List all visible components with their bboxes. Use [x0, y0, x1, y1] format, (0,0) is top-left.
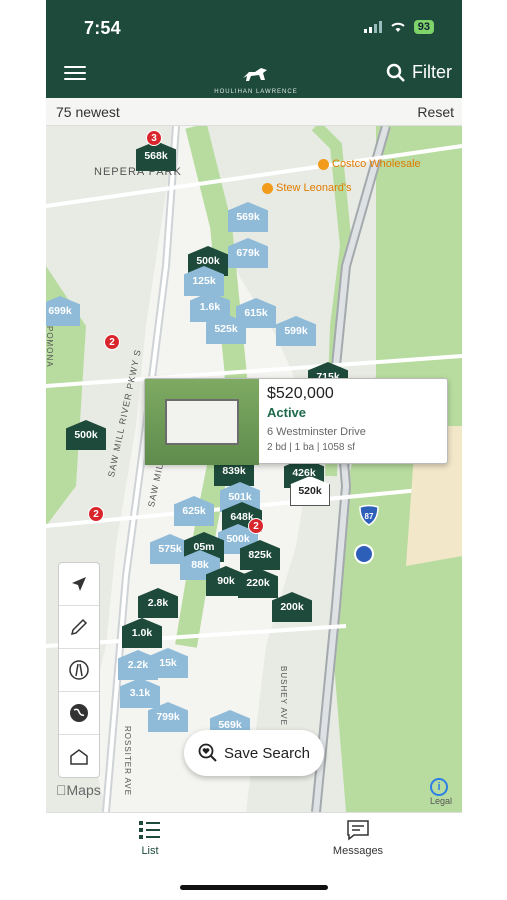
signal-icon: [363, 21, 382, 33]
reset-button[interactable]: Reset: [417, 104, 454, 120]
wifi-icon: [391, 22, 405, 32]
house-image: [165, 399, 239, 445]
poi-costco[interactable]: Costco Wholesale: [318, 158, 421, 170]
list-icon: [139, 821, 160, 839]
listing-status: Active: [267, 405, 307, 420]
app-frame: 7:54 93 HOULIHAN LAWRENCE Filter 75 newe…: [46, 0, 462, 900]
tab-messages[interactable]: Messages: [318, 819, 398, 857]
road-icon[interactable]: [59, 649, 99, 692]
map-tools: [58, 562, 100, 778]
heart-search-icon: [198, 743, 217, 762]
status-time: 7:54: [84, 18, 121, 38]
search-icon: [386, 63, 405, 82]
location-arrow-icon[interactable]: [59, 563, 99, 606]
tab-messages-label: Messages: [332, 845, 384, 857]
map-label-street: POMONA: [46, 326, 54, 368]
cluster-badge[interactable]: 3: [146, 130, 162, 146]
listing-photo: [145, 379, 259, 465]
menu-button[interactable]: [64, 66, 86, 82]
brand-logo: HOULIHAN LAWRENCE: [206, 66, 306, 95]
listing-info: $520,000 Active 6 Westminster Drive 2 bd…: [259, 379, 374, 463]
3d-house-icon[interactable]: [59, 735, 99, 778]
globe-icon[interactable]: [59, 692, 99, 735]
cluster-badge[interactable]: 2: [104, 334, 120, 350]
apple-maps-logo: Maps: [56, 782, 101, 798]
brand-text: HOULIHAN LAWRENCE: [214, 89, 298, 95]
listing-address: 6 Westminster Drive: [267, 426, 366, 438]
shopping-cart-icon: [262, 182, 273, 194]
draw-pencil-icon[interactable]: [59, 606, 99, 649]
shopping-bag-icon: [318, 158, 329, 170]
filter-button[interactable]: Filter: [386, 62, 452, 83]
horse-logo-icon: [243, 68, 267, 81]
interstate-shield-icon: 87: [359, 504, 379, 526]
svg-text:87: 87: [365, 512, 374, 521]
results-count: 75 newest: [56, 104, 120, 120]
map-view[interactable]: NEPERA PARK SAW MILL RIVER PKWY S SAW MI…: [46, 126, 462, 812]
status-icons: 93: [363, 20, 434, 34]
save-search-button[interactable]: Save Search: [184, 730, 324, 776]
apple-icon: : [56, 782, 67, 798]
cluster-badge[interactable]: 2: [88, 506, 104, 522]
info-icon: i: [429, 778, 448, 796]
map-label-street: ROSSITER AVE: [123, 726, 132, 797]
results-bar: 75 newest Reset: [46, 98, 462, 126]
app-header: 7:54 93 HOULIHAN LAWRENCE Filter: [46, 0, 462, 98]
battery-badge: 93: [413, 20, 434, 34]
highway-exit-icon: [354, 544, 374, 564]
tab-list-label: List: [141, 845, 159, 857]
tab-list[interactable]: List: [110, 819, 190, 857]
cluster-badge[interactable]: 2: [248, 518, 264, 534]
listing-price: $520,000: [267, 385, 334, 402]
listing-details: 2 bd | 1 ba | 1058 sf: [267, 442, 356, 453]
poi-stew-leonards[interactable]: Stew Leonard's: [262, 182, 351, 194]
tab-bar: List Messages: [46, 812, 462, 900]
save-search-label: Save Search: [224, 744, 310, 762]
listing-preview-card[interactable]: $520,000 Active 6 Westminster Drive 2 bd…: [144, 378, 448, 465]
map-label-street: BUSHEY AVE: [279, 666, 288, 726]
filter-label: Filter: [412, 62, 452, 82]
legal-link[interactable]: i Legal: [429, 778, 452, 806]
home-indicator: [180, 885, 328, 890]
chat-bubble-icon: [347, 820, 369, 841]
